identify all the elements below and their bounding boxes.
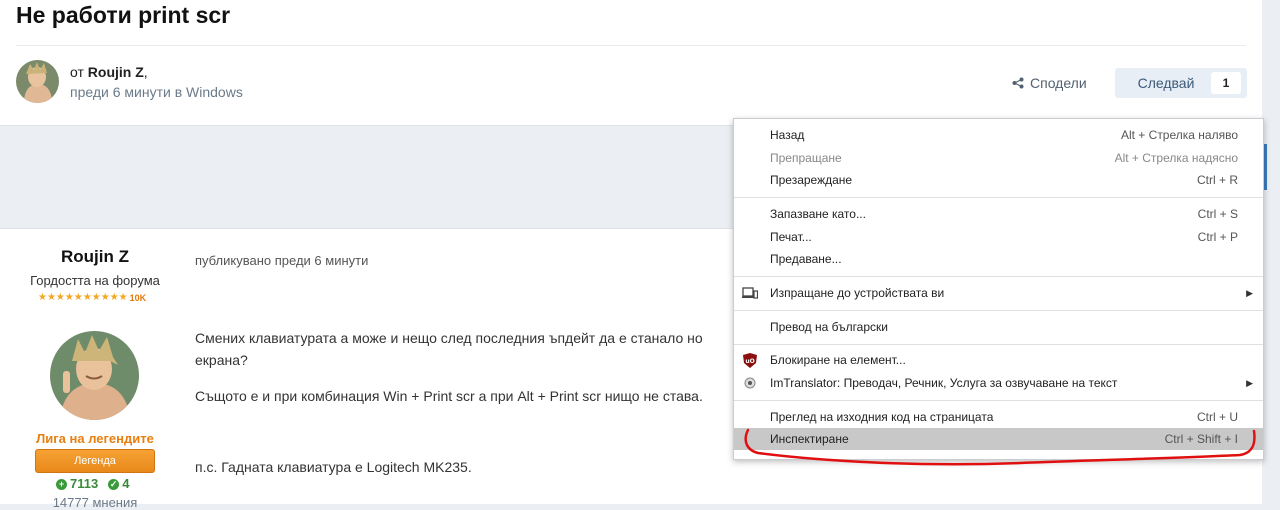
menu-item-imtranslator[interactable]: ImTranslator: Преводач, Речник, Услуга з…	[734, 372, 1263, 394]
reputation-plus-value: 7113	[70, 476, 99, 491]
menu-item-send-to-devices[interactable]: Изпращане до устройствата ви ▶	[734, 282, 1263, 304]
post-author-rank: Гордостта на форума	[30, 273, 160, 288]
menu-item-forward: Препращане Alt + Стрелка надясно	[770, 151, 1238, 165]
devices-icon	[742, 285, 758, 301]
post-text-line: п.с. Гадната клавиатура е Logitech MK235…	[195, 459, 472, 475]
menu-item-view-source[interactable]: Преглед на изходния код на страницата Ct…	[734, 406, 1263, 428]
menu-item-back[interactable]: Назад Alt + Стрелка наляво	[734, 124, 1263, 146]
author-avatar[interactable]	[16, 60, 59, 103]
ublock-icon: uO	[742, 352, 758, 368]
menu-item-translate[interactable]: Превод на български	[734, 316, 1263, 338]
group-badge: Легенда	[35, 449, 155, 473]
menu-item-print[interactable]: Печат... Ctrl + P	[734, 226, 1263, 248]
follow-button[interactable]: Следвай 1	[1115, 68, 1247, 98]
post-text-line: Смених клавиатурата а може и нещо след п…	[195, 330, 703, 346]
follow-count: 1	[1211, 72, 1241, 94]
menu-separator	[734, 344, 1263, 345]
post-author-name[interactable]: Roujin Z	[0, 247, 190, 267]
reputation-solutions: ✓ 4	[108, 476, 129, 491]
submenu-arrow-icon: ▶	[1246, 287, 1253, 298]
topic-title: Не работи print scr	[16, 2, 231, 28]
stars-count: 10K	[129, 293, 147, 303]
post-text-line: екрана?	[195, 352, 248, 368]
menu-item-inspect[interactable]: Инспектиране Ctrl + Shift + I	[734, 428, 1263, 450]
menu-separator	[734, 276, 1263, 277]
menu-item-save-as[interactable]: Запазване като... Ctrl + S	[734, 203, 1263, 225]
menu-separator	[734, 310, 1263, 311]
svg-text:uO: uO	[745, 358, 754, 365]
share-button[interactable]: Сподели	[1012, 75, 1087, 91]
context-menu: Назад Alt + Стрелка наляво Препращане Al…	[733, 118, 1264, 460]
reputation-solutions-value: 4	[122, 476, 130, 491]
posted-time: публикувано преди 6 минути	[195, 253, 369, 268]
menu-separator	[734, 197, 1263, 198]
submenu-arrow-icon: ▶	[1246, 377, 1253, 388]
menu-item-reload[interactable]: Презареждане Ctrl + R	[734, 169, 1263, 191]
star-icon: ★★★★★★★★★★	[38, 292, 128, 303]
menu-item-block-element[interactable]: uO Блокиране на елемент...	[734, 349, 1263, 371]
author-prefix: от	[70, 64, 84, 80]
post-author-avatar[interactable]	[50, 331, 139, 420]
rank-stars: ★★★★★★★★★★ 10K	[38, 292, 147, 304]
share-icon	[1012, 77, 1024, 89]
check-icon: ✓	[108, 479, 120, 490]
imtranslator-icon	[742, 375, 758, 391]
menu-separator	[734, 400, 1263, 401]
author-name-link[interactable]: Roujin Z	[88, 64, 144, 80]
topic-header: Не работи print scr от Roujin Z, преди 6…	[0, 0, 1262, 126]
topic-date: преди 6 минути в Windows	[70, 84, 243, 100]
share-label: Сподели	[1030, 75, 1087, 91]
reputation-plus: +7113	[56, 476, 98, 491]
menu-item-cast[interactable]: Предаване...	[734, 248, 1263, 270]
reputation: +7113 ✓ 4	[56, 476, 129, 491]
group-title: Лига на легендите	[36, 431, 154, 446]
follow-label: Следвай	[1137, 75, 1195, 91]
divider	[16, 45, 1246, 46]
author-line: от Roujin Z,	[70, 64, 148, 80]
post-text-line: Същото е и при комбинация Win + Print sc…	[195, 388, 703, 404]
plus-icon: +	[56, 479, 67, 490]
author-suffix: ,	[143, 64, 148, 80]
